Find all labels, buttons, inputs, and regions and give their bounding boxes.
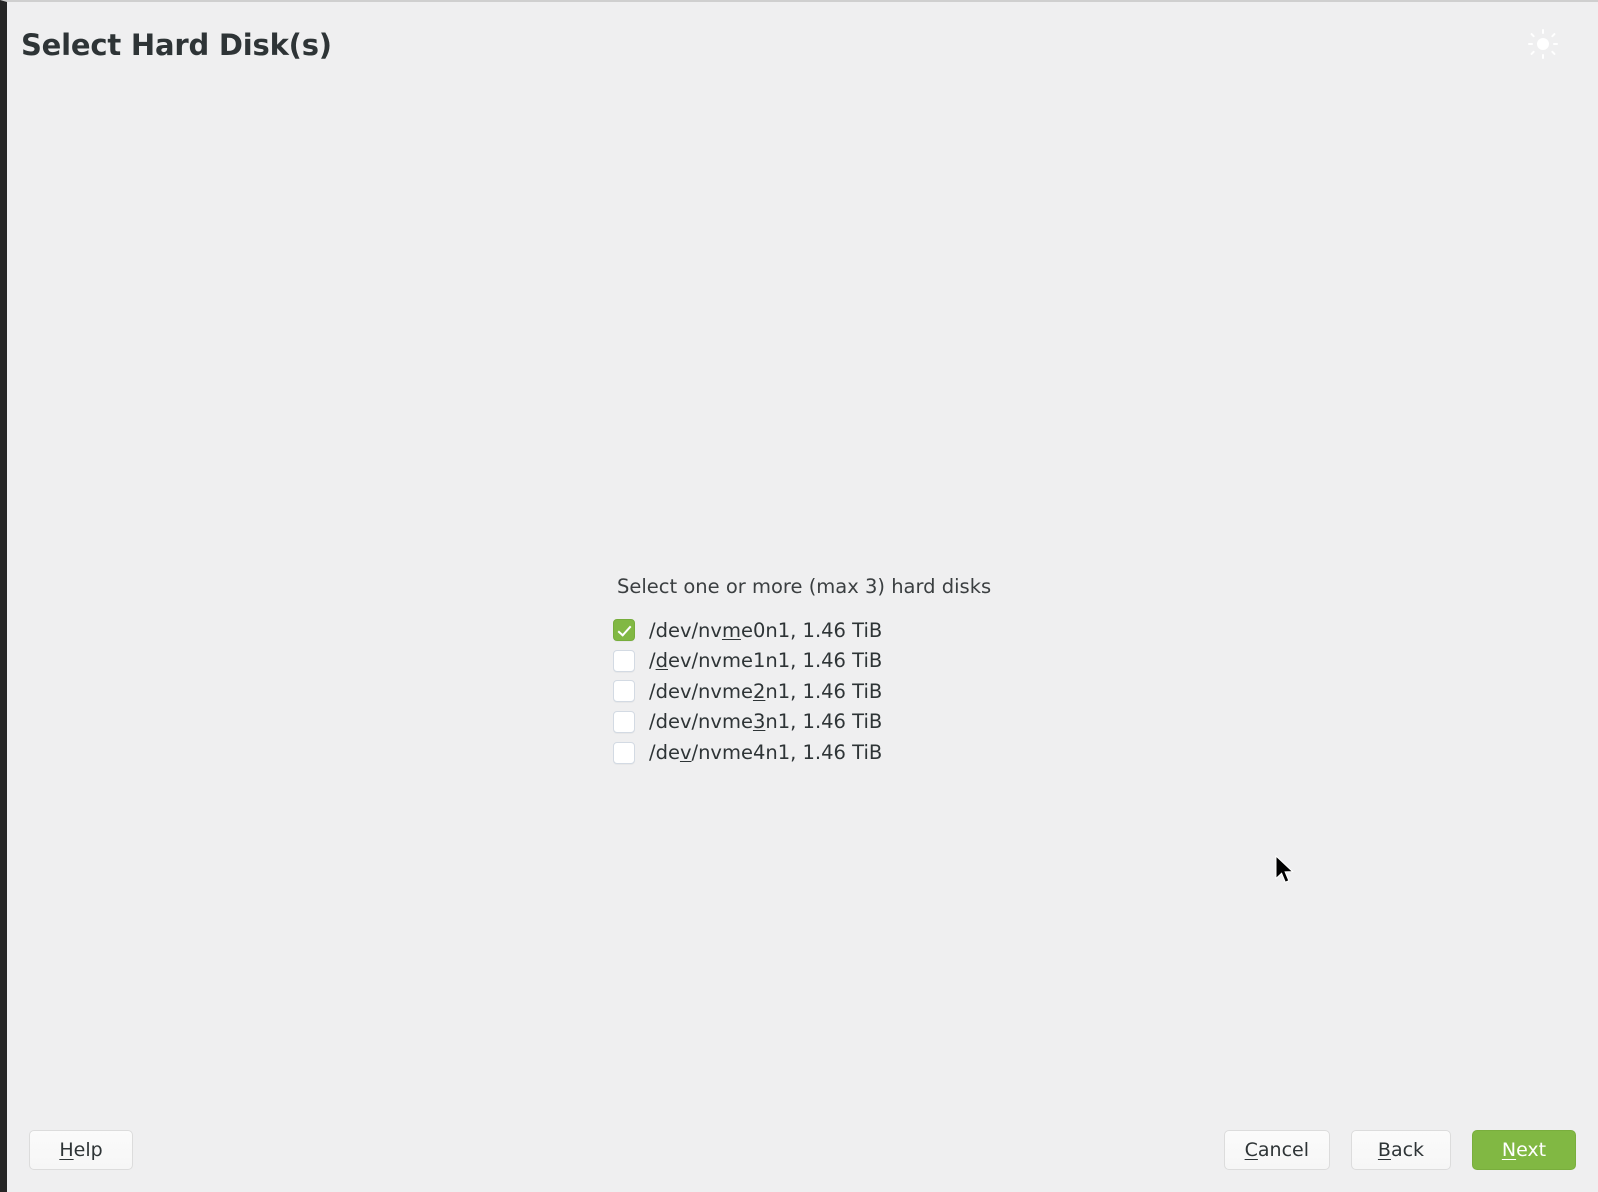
disk-label-prefix: /dev/nv [649, 618, 722, 642]
back-button-suffix: ack [1390, 1138, 1425, 1161]
disk-label-prefix: /de [649, 740, 680, 764]
window-footer: Help Cancel Back Next [7, 1102, 1598, 1192]
help-button-mnemonic: H [59, 1138, 74, 1161]
disk-label-prefix: /dev/nvme [649, 710, 753, 734]
disk-list-item[interactable]: /dev/nvme4n1, 1.46 TiB [613, 737, 1033, 768]
next-button-suffix: ext [1516, 1138, 1547, 1161]
help-button[interactable]: Help [29, 1130, 133, 1170]
disk-checkbox-3[interactable] [613, 711, 635, 734]
disk-label-prefix: /dev/nvme [649, 679, 753, 703]
cancel-button-mnemonic: C [1244, 1138, 1258, 1161]
theme-toggle-button[interactable] [1522, 20, 1576, 68]
disk-list-item[interactable]: /dev/nvme2n1, 1.46 TiB [613, 676, 1033, 707]
disk-label-4: /dev/nvme4n1, 1.46 TiB [649, 743, 882, 763]
disk-label-2: /dev/nvme2n1, 1.46 TiB [649, 679, 883, 703]
window-content: Select one or more (max 3) hard disks /d… [7, 88, 1598, 1102]
next-button-mnemonic: N [1501, 1138, 1517, 1161]
disk-label-1: /dev/nvme1n1, 1.46 TiB [649, 651, 882, 671]
help-button-suffix: elp [73, 1138, 103, 1161]
back-button[interactable]: Back [1351, 1130, 1451, 1170]
disk-list-item[interactable]: /dev/nvme0n1, 1.46 TiB [613, 615, 1033, 646]
disk-label-mnemonic: 3 [752, 710, 766, 734]
disk-label-suffix: /nvme4n1, 1.46 TiB [691, 740, 883, 764]
disk-label-suffix: ev/nvme1n1, 1.46 TiB [667, 649, 883, 673]
disk-list-item[interactable]: /dev/nvme3n1, 1.46 TiB [613, 707, 1033, 738]
disk-label-0: /dev/nvme0n1, 1.46 TiB [649, 618, 883, 642]
disk-label-mnemonic: m [721, 618, 741, 642]
disk-selection-prompt: Select one or more (max 3) hard disks [617, 575, 992, 598]
window-header: Select Hard Disk(s) [7, 2, 1598, 88]
page-title: Select Hard Disk(s) [21, 27, 332, 62]
disk-label-suffix: n1, 1.46 TiB [765, 679, 883, 703]
installer-window: Select Hard Disk(s) Select one or more (… [0, 0, 1598, 1192]
sun-moon-icon [1522, 20, 1576, 68]
disk-checkbox-4[interactable] [613, 741, 635, 764]
disk-checkbox-2[interactable] [613, 680, 635, 703]
disk-label-suffix: n1, 1.46 TiB [765, 710, 883, 734]
cancel-button-suffix: ancel [1257, 1138, 1309, 1161]
disk-list-item[interactable]: /dev/nvme1n1, 1.46 TiB [613, 646, 1033, 677]
disk-checkbox-0[interactable] [613, 619, 635, 642]
disk-label-mnemonic: v [679, 740, 692, 764]
disk-selection-panel: Select one or more (max 3) hard disks /d… [613, 575, 1033, 768]
disk-label-mnemonic: 2 [752, 679, 766, 703]
cancel-button[interactable]: Cancel [1223, 1130, 1330, 1170]
mouse-cursor [1275, 854, 1297, 887]
next-button[interactable]: Next [1472, 1130, 1576, 1170]
disk-label-3: /dev/nvme3n1, 1.46 TiB [649, 712, 882, 732]
back-button-mnemonic: B [1377, 1138, 1391, 1161]
disk-label-mnemonic: d [655, 649, 668, 673]
disk-label-prefix: / [649, 649, 656, 673]
disk-checkbox-1[interactable] [613, 649, 635, 672]
disk-checkbox-list: /dev/nvme0n1, 1.46 TiB /dev/nvme1n1, 1.4… [613, 615, 1033, 768]
footer-button-group: Cancel Back Next [1223, 1130, 1576, 1170]
disk-label-suffix: e0n1, 1.46 TiB [740, 618, 883, 642]
